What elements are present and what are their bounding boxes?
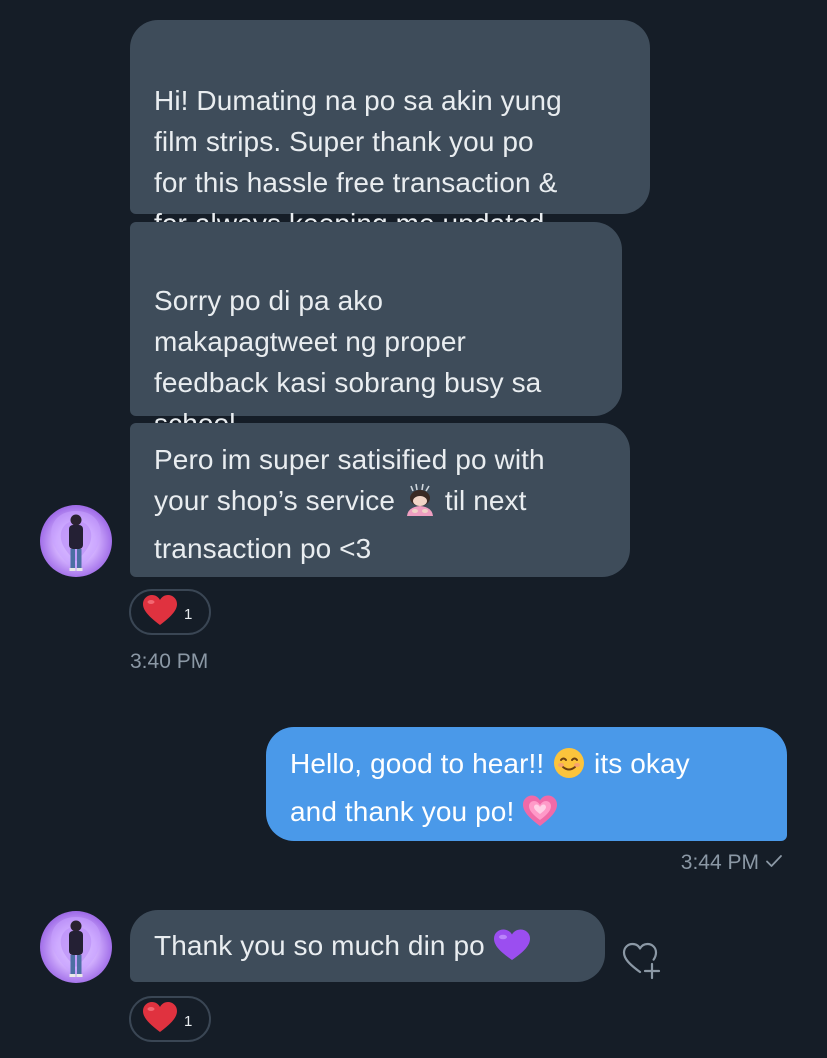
avatar-figure-icon [51,917,101,977]
reaction-count: 1 [184,1012,193,1030]
message-text: Thank you so much din po [154,930,493,961]
heart-plus-icon [620,942,668,986]
message-timestamp-sent: 3:44 PM [681,851,783,875]
purple-heart-emoji [493,928,531,973]
red-heart-icon [142,594,178,631]
avatar-figure-icon [51,511,101,571]
message-bubble-incoming[interactable]: Hi! Dumating na po sa akin yung film str… [130,20,650,239]
message-text: Hi! Dumating na po sa akin yung film str… [154,85,562,239]
message-text: Hello, good to hear!! [290,748,553,779]
message-bubble-outgoing[interactable]: Hello, good to hear!! its okay and thank… [266,727,787,841]
check-icon [765,851,783,875]
message-timestamp: 3:40 PM [130,650,209,673]
woman-bowing-emoji [403,483,437,528]
user-avatar[interactable] [40,505,112,577]
user-avatar[interactable] [40,911,112,983]
reaction-pill[interactable]: 1 [129,589,211,635]
smiling-face-emoji [552,746,586,791]
message-bubble-incoming[interactable]: Thank you so much din po [130,910,605,982]
message-text: Sorry po di pa ako makapagtweet ng prope… [154,285,542,439]
reaction-pill[interactable]: 1 [129,996,211,1042]
red-heart-icon [142,1001,178,1038]
message-bubble-incoming[interactable]: Pero im super satisified po with your sh… [130,423,630,577]
message-bubble-incoming[interactable]: Sorry po di pa ako makapagtweet ng prope… [130,222,622,439]
reaction-count: 1 [184,605,193,623]
message-timestamp: 3:44 PM [680,851,759,874]
growing-heart-emoji [522,794,558,839]
add-reaction-button[interactable] [620,936,668,982]
